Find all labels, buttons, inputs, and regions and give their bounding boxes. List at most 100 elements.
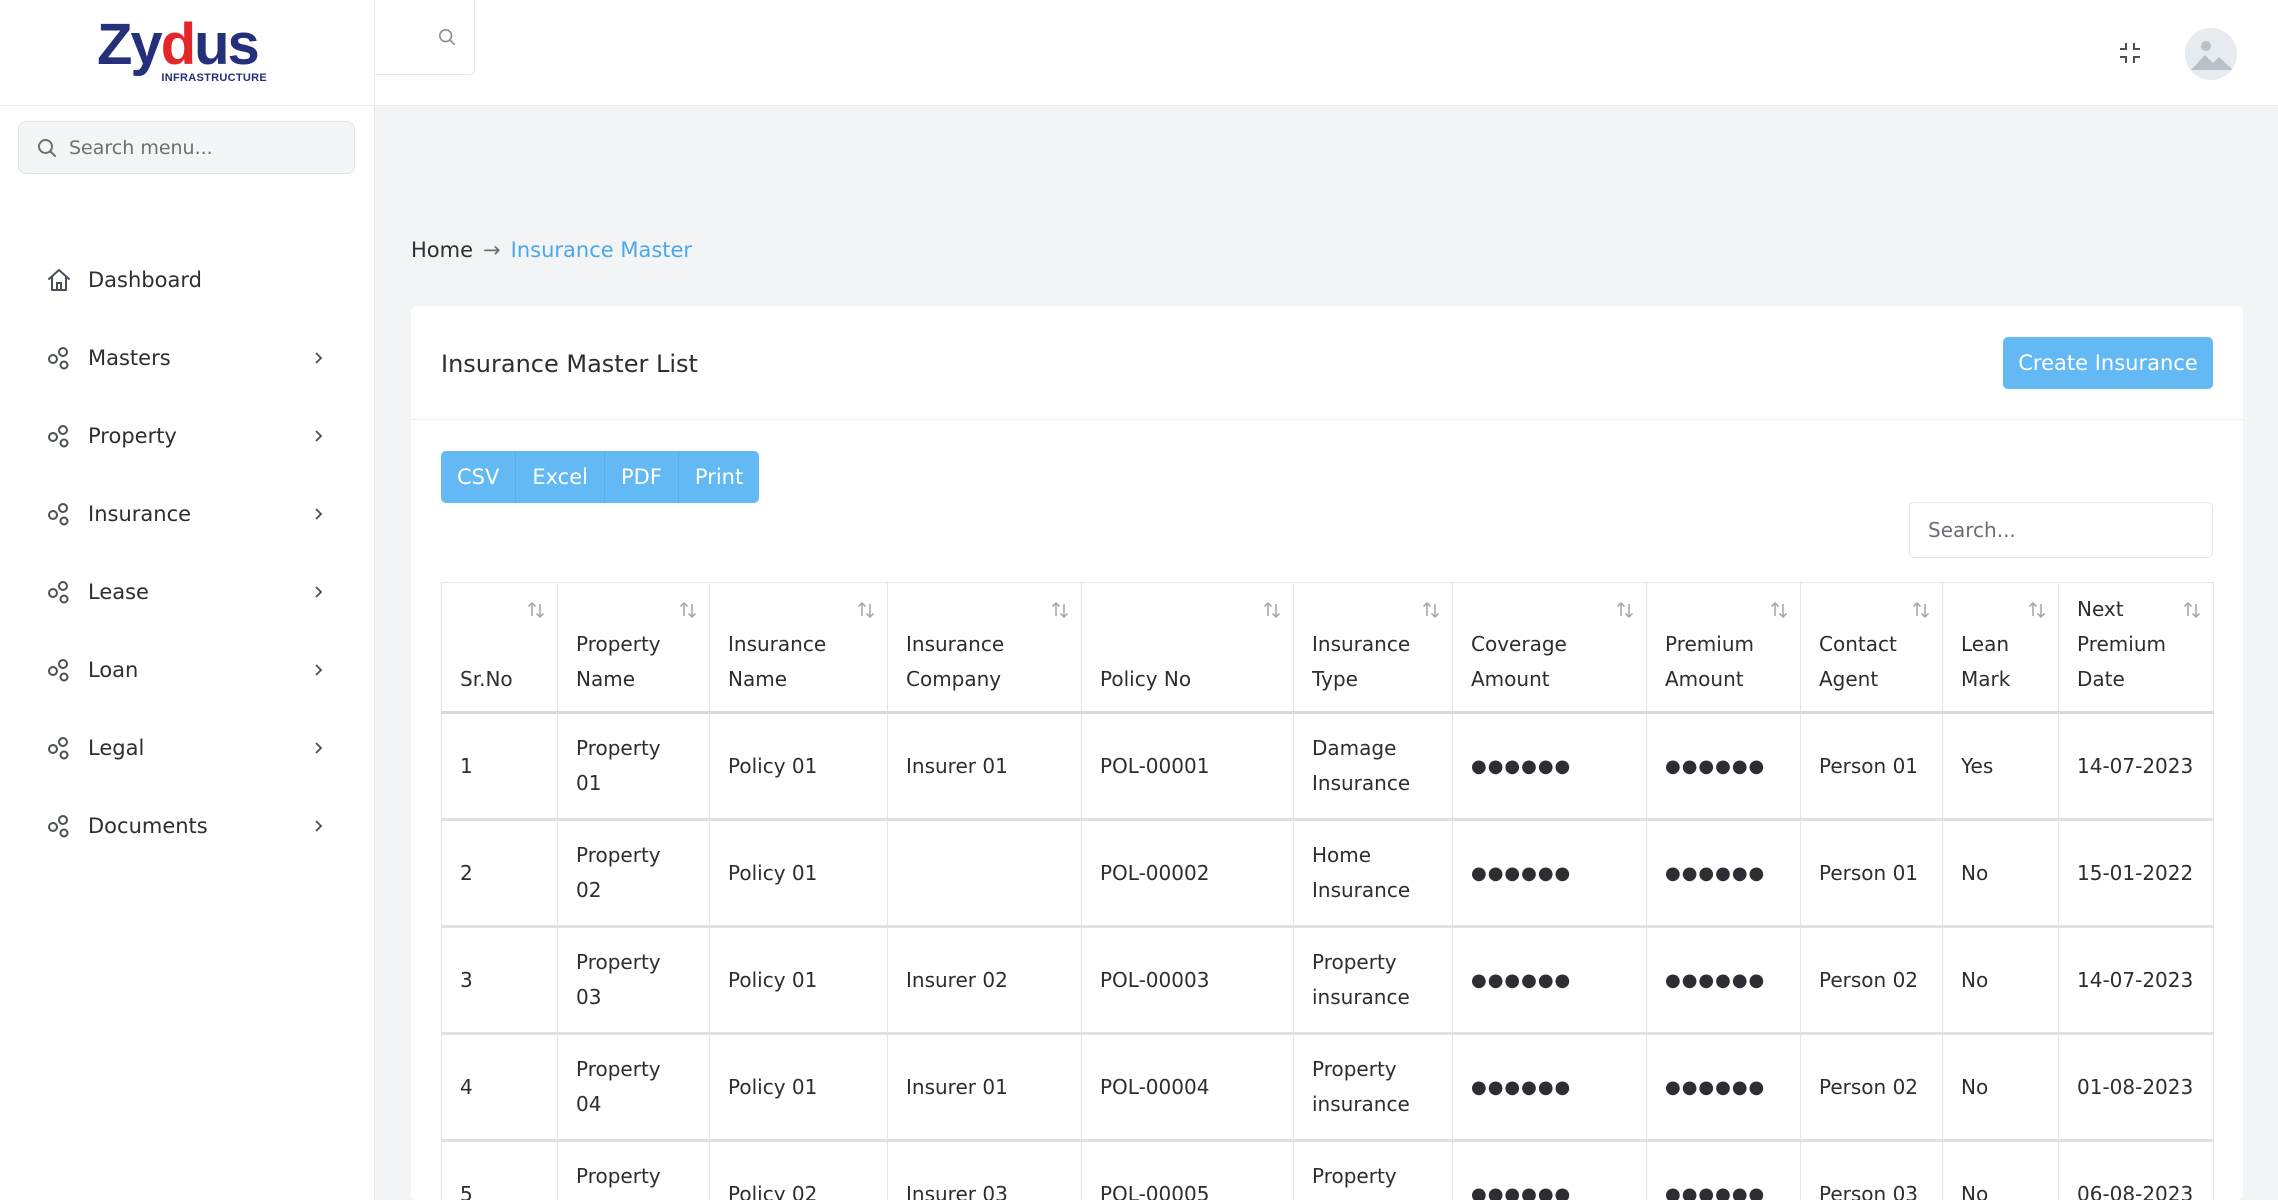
- column-header-label: Insurance Type: [1312, 632, 1411, 691]
- column-header[interactable]: Coverage Amount: [1452, 582, 1647, 714]
- sidebar-item-property[interactable]: Property: [0, 397, 375, 475]
- sort-icon[interactable]: [2026, 597, 2048, 619]
- table-row[interactable]: 1 Property 01 Policy 01 Insurer 01 POL-00001…: [441, 712, 2214, 821]
- table-container: Sr.No Property Name Insurance Name Insuranc…: [441, 582, 2214, 1200]
- user-avatar[interactable]: [2185, 28, 2237, 80]
- table-cell: [887, 819, 1082, 928]
- sort-icon[interactable]: [1614, 597, 1636, 619]
- column-header-label: Insurance Company: [906, 632, 1005, 691]
- top-search-input[interactable]: [375, 0, 445, 74]
- nodes-icon: [46, 735, 72, 761]
- menu-search-box[interactable]: [18, 121, 355, 174]
- column-header[interactable]: Property Name: [557, 582, 710, 714]
- create-insurance-button[interactable]: Create Insurance: [2003, 337, 2213, 389]
- sort-icon[interactable]: [855, 597, 877, 619]
- sidebar-item-masters[interactable]: Masters: [0, 319, 375, 397]
- sort-icon[interactable]: [677, 597, 699, 619]
- chevron-right-icon: [311, 429, 325, 443]
- table-cell: ●●●●●●: [1646, 1033, 1801, 1142]
- column-header[interactable]: Lean Mark: [1942, 582, 2059, 714]
- nodes-icon: [46, 657, 72, 683]
- breadcrumb-current[interactable]: Insurance Master: [511, 238, 692, 262]
- table-cell: ●●●●●●: [1452, 712, 1647, 821]
- sort-icon[interactable]: [1420, 597, 1442, 619]
- column-header[interactable]: Next Premium Date: [2058, 582, 2214, 714]
- logo-subtitle: INFRASTRUCTURE: [161, 71, 267, 84]
- table-cell: POL-00001: [1081, 712, 1294, 821]
- column-header-label: Contact Agent: [1819, 632, 1897, 691]
- sort-icon[interactable]: [1910, 597, 1932, 619]
- nodes-icon: [46, 579, 72, 605]
- nodes-icon: [46, 423, 72, 449]
- column-header[interactable]: Contact Agent: [1800, 582, 1943, 714]
- breadcrumb-home[interactable]: Home: [411, 238, 473, 262]
- sidebar: Zydus INFRASTRUCTURE Dashboard Masters P…: [0, 0, 375, 1200]
- column-header-label: Sr.No: [460, 667, 513, 691]
- column-header[interactable]: Insurance Name: [709, 582, 888, 714]
- sidebar-item-legal[interactable]: Legal: [0, 709, 375, 787]
- table-search-input[interactable]: [1909, 502, 2213, 558]
- sort-icon[interactable]: [1049, 597, 1071, 619]
- breadcrumb-separator: →: [483, 238, 501, 262]
- sort-icon[interactable]: [525, 597, 547, 619]
- table-cell: Insurer 01: [887, 712, 1082, 821]
- table-row[interactable]: 5Property 05Policy 02Insurer 03POL-00005…: [441, 1140, 2214, 1200]
- table-cell: ●●●●●●: [1452, 1140, 1647, 1200]
- table-cell: POL-00003: [1081, 926, 1294, 1035]
- sidebar-item-insurance[interactable]: Insurance: [0, 475, 375, 553]
- brand-logo[interactable]: Zydus INFRASTRUCTURE: [97, 15, 267, 84]
- topbar: [375, 0, 2278, 106]
- sort-icon[interactable]: [1768, 597, 1790, 619]
- table-cell: POL-00005: [1081, 1140, 1294, 1200]
- table-row[interactable]: 3 Property 03 Policy 01 Insurer 02 POL-00003…: [441, 926, 2214, 1035]
- table-cell: Property insurance: [1293, 1033, 1453, 1142]
- table-cell: Policy 01: [709, 1033, 888, 1142]
- column-header[interactable]: Sr.No: [441, 582, 558, 714]
- table-cell: Property 04: [557, 1033, 710, 1142]
- table-row[interactable]: 2 Property 02 Policy 01 POL-00002 Home Insur…: [441, 819, 2214, 928]
- logo-wordmark: Zydus: [97, 11, 260, 77]
- sort-icon[interactable]: [2181, 597, 2203, 619]
- sort-icon[interactable]: [1261, 597, 1283, 619]
- column-header[interactable]: Premium Amount: [1646, 582, 1801, 714]
- nodes-icon: [46, 345, 72, 371]
- collapse-icon[interactable]: [2115, 38, 2145, 68]
- column-header-label: Insurance Name: [728, 632, 827, 691]
- column-header-label: Coverage Amount: [1471, 632, 1567, 691]
- insurance-list-card: Insurance Master List Create Insurance C…: [411, 306, 2243, 1200]
- column-header[interactable]: Insurance Type: [1293, 582, 1453, 714]
- chevron-right-icon: [311, 663, 325, 677]
- sidebar-item-lease[interactable]: Lease: [0, 553, 375, 631]
- table-cell: No: [1942, 1140, 2059, 1200]
- column-header-label: Lean Mark: [1961, 632, 2011, 691]
- table-cell: ●●●●●●: [1646, 819, 1801, 928]
- nodes-icon: [46, 501, 72, 527]
- chevron-right-icon: [311, 819, 325, 833]
- csv-button[interactable]: CSV: [441, 451, 517, 503]
- sidebar-item-label: Documents: [88, 814, 208, 838]
- column-header[interactable]: Insurance Company: [887, 582, 1082, 714]
- breadcrumb: Home → Insurance Master: [411, 238, 692, 262]
- sidebar-item-loan[interactable]: Loan: [0, 631, 375, 709]
- menu-search-input[interactable]: [69, 136, 339, 159]
- table-cell: Person 01: [1800, 712, 1943, 821]
- insurance-table: Sr.No Property Name Insurance Name Insuranc…: [441, 582, 2214, 1200]
- column-header[interactable]: Policy No: [1081, 582, 1294, 714]
- table-cell: 14-07-2023: [2058, 712, 2214, 821]
- sidebar-item-documents[interactable]: Documents: [0, 787, 375, 865]
- table-cell: Damage Insurance: [1293, 712, 1453, 821]
- table-cell: POL-00004: [1081, 1033, 1294, 1142]
- excel-button[interactable]: Excel: [516, 451, 605, 503]
- sidebar-item-dashboard[interactable]: Dashboard: [0, 241, 375, 319]
- table-row[interactable]: 4 Property 04 Policy 01 Insurer 01 POL-00004…: [441, 1033, 2214, 1142]
- print-button[interactable]: Print: [678, 451, 760, 503]
- table-cell: ●●●●●●: [1452, 1033, 1647, 1142]
- table-cell: ●●●●●●: [1646, 1140, 1801, 1200]
- table-cell: Insurer 03: [887, 1140, 1082, 1200]
- pdf-button[interactable]: PDF: [605, 451, 679, 503]
- export-button-group: CSV Excel PDF Print: [441, 451, 760, 503]
- table-cell: Person 02: [1800, 1033, 1943, 1142]
- table-header-row: Sr.No Property Name Insurance Name Insuranc…: [441, 582, 2214, 714]
- top-search-box[interactable]: [375, 0, 475, 75]
- table-cell: 3: [441, 926, 558, 1035]
